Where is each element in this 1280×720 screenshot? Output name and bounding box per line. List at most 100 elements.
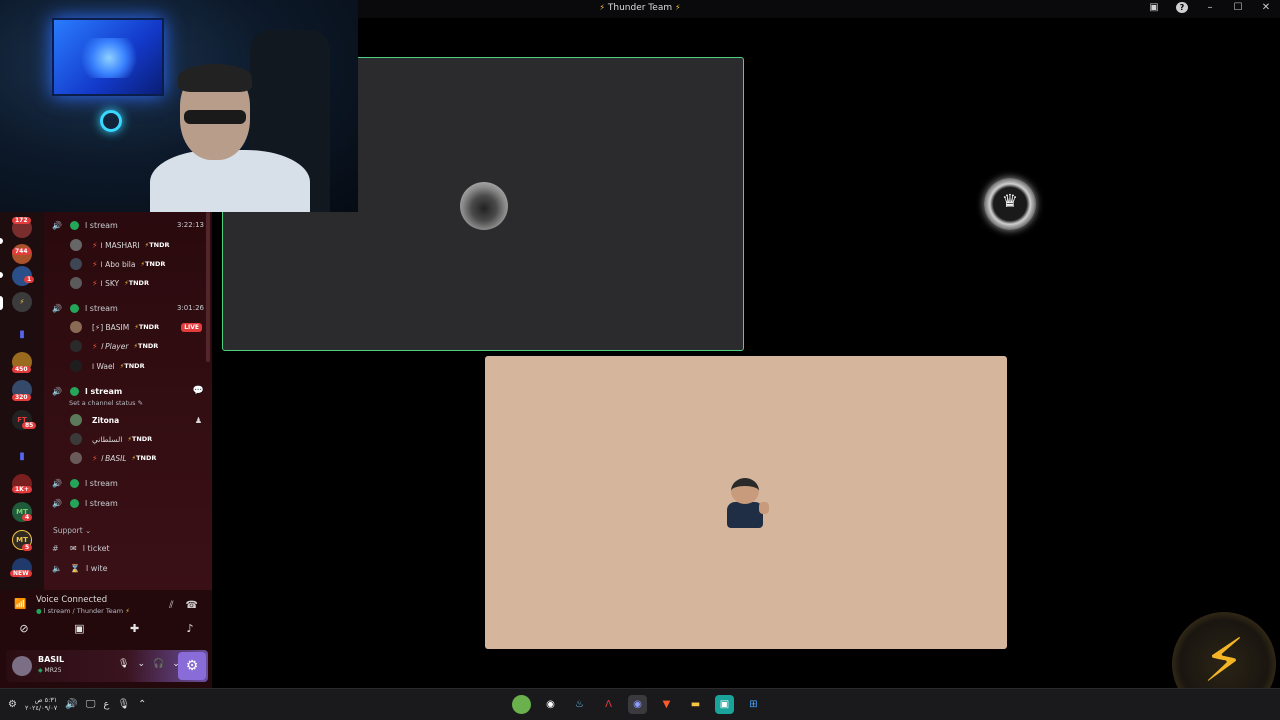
volume-icon[interactable]: 🔊 bbox=[65, 699, 77, 710]
mic-icon[interactable]: 🎙 bbox=[117, 699, 130, 710]
settings-gear-icon[interactable]: ⚙ bbox=[178, 652, 206, 680]
maximize-button[interactable]: ☐ bbox=[1232, 2, 1244, 13]
folder-icon[interactable]: ▬ bbox=[686, 695, 705, 714]
category-support[interactable]: Support ⌄ bbox=[53, 526, 91, 535]
discord-icon[interactable]: ◉ bbox=[628, 695, 647, 714]
voice-member[interactable]: ⚡ ا Player ⚡TNDR bbox=[70, 337, 210, 355]
chevron-up-icon[interactable]: ⌃ bbox=[138, 699, 146, 710]
voice-icon: 🔊 bbox=[52, 220, 62, 230]
cam-light-logo bbox=[100, 110, 122, 132]
help-icon[interactable]: ? bbox=[1176, 2, 1188, 13]
server-badge: 1 bbox=[24, 276, 35, 283]
server-badge: 320 bbox=[12, 394, 31, 401]
cam-monitor bbox=[52, 18, 164, 96]
server-badge: 85 bbox=[22, 422, 37, 429]
windows-icon[interactable]: ⊞ bbox=[744, 695, 763, 714]
voice-icon: 🔊 bbox=[52, 478, 62, 488]
server-badge: 744 bbox=[12, 248, 31, 255]
mascot-avatar bbox=[721, 478, 769, 532]
voice-member[interactable]: [⚡] BASIM ⚡TNDR LIVE bbox=[70, 318, 210, 336]
avatar bbox=[70, 321, 82, 333]
cam-person bbox=[150, 64, 310, 212]
voice-channel-stream[interactable]: 🔊 ا stream 3:22:13 bbox=[44, 216, 212, 234]
avatar[interactable] bbox=[12, 656, 32, 676]
voice-member[interactable]: Zitona ♟ bbox=[70, 411, 210, 429]
voice-member[interactable]: ⚡ ا BASIL ⚡TNDR bbox=[70, 449, 210, 467]
avatar bbox=[70, 360, 82, 372]
minimize-button[interactable]: – bbox=[1204, 2, 1216, 13]
video-tile-stream[interactable] bbox=[485, 356, 1007, 649]
steam-icon[interactable]: ♨ bbox=[570, 695, 589, 714]
server-icon[interactable]: ⚡ bbox=[12, 292, 32, 312]
voice-member[interactable]: السلطاني ⚡TNDR bbox=[70, 430, 210, 448]
voice-channel-stream[interactable]: 🔊 ا stream bbox=[44, 494, 212, 512]
display-icon[interactable]: 🖵 bbox=[86, 699, 96, 710]
noise-suppression-icon[interactable]: ⫽ bbox=[169, 600, 173, 611]
voice-channel-wite[interactable]: 🔈 ⌛ ا wite bbox=[44, 559, 212, 577]
new-badge: NEW bbox=[10, 570, 32, 577]
camera-off-icon[interactable]: ⊘ bbox=[12, 622, 36, 640]
folder-icon[interactable]: ▮ bbox=[12, 324, 32, 344]
participant-avatar-crown[interactable]: ♛ bbox=[984, 178, 1036, 230]
screen-share-icon[interactable]: ▣ bbox=[67, 622, 91, 640]
voice-channel-stream[interactable]: 🔊 ا stream bbox=[44, 474, 212, 492]
server-badge: 4 bbox=[22, 514, 33, 521]
app-icon-2[interactable]: ▣ bbox=[715, 695, 734, 714]
brave-icon[interactable]: ▼ bbox=[657, 695, 676, 714]
voice-member[interactable]: ⚡ ا Abo bila ⚡TNDR bbox=[70, 255, 210, 273]
bolt-icon: ⚡ bbox=[1202, 626, 1246, 696]
voice-member[interactable]: ⚡ ا SKY ⚡TNDR bbox=[70, 274, 210, 292]
obs-icon[interactable]: ◉ bbox=[541, 695, 560, 714]
disconnect-icon[interactable]: ☎ bbox=[186, 600, 198, 611]
status-dot bbox=[70, 386, 79, 396]
voice-channel-stream[interactable]: 🔊 ا stream 3:01:26 bbox=[44, 299, 212, 317]
bolt-icon: ⚡ bbox=[92, 278, 98, 288]
voice-channel-stream-active[interactable]: 🔊 ا stream 💬 bbox=[44, 382, 212, 400]
status-dot bbox=[70, 478, 79, 488]
taskbar: ⚙ ٥:٣١ ص ٢٠٢٤/٠٩/٠٧ 🔊 🖵 ع 🎙 ⌃ ◉ ♨ Λ ◉ ▼ … bbox=[0, 688, 1280, 720]
voice-icon: 🔊 bbox=[52, 303, 62, 313]
game-icon[interactable]: Λ bbox=[599, 695, 618, 714]
microphone-icon[interactable]: 🎙 bbox=[118, 659, 129, 669]
activities-icon[interactable]: ✚ bbox=[123, 622, 147, 640]
crown-icon: ♛ bbox=[1001, 191, 1019, 212]
thunder-icon: ⚡ bbox=[599, 3, 606, 12]
voice-icon: 🔊 bbox=[52, 498, 62, 508]
bolt-icon: ⚡ bbox=[92, 341, 98, 351]
voice-channel-link[interactable]: ● ا stream / Thunder Team ⚡ bbox=[36, 607, 130, 615]
chevron-down-icon[interactable]: ⌄ bbox=[137, 659, 145, 669]
avatar bbox=[70, 239, 82, 251]
voice-member[interactable]: ⚡ ا MASHARI ⚡TNDR bbox=[70, 236, 210, 254]
participant-avatar bbox=[460, 182, 508, 230]
hourglass-icon: ⌛ bbox=[70, 563, 80, 573]
status-dot bbox=[70, 220, 79, 230]
unread-pip bbox=[0, 272, 3, 278]
avatar bbox=[70, 433, 82, 445]
selected-pip bbox=[0, 296, 3, 310]
text-channel-ticket[interactable]: # ✉ ا ticket bbox=[44, 539, 212, 557]
mail-icon: ✉ bbox=[70, 543, 77, 553]
clock[interactable]: ٥:٣١ ص ٢٠٢٤/٠٩/٠٧ bbox=[25, 696, 57, 712]
folder-icon[interactable]: ▮ bbox=[12, 446, 32, 466]
network-icon[interactable]: ⚙ bbox=[8, 699, 17, 710]
bolt-icon: ⚡ bbox=[92, 259, 98, 269]
live-badge: LIVE bbox=[181, 322, 202, 332]
language-indicator[interactable]: ع bbox=[103, 699, 109, 710]
status-dot bbox=[70, 498, 79, 508]
webcam-overlay bbox=[0, 0, 358, 212]
user-controls: 🎙 ⌄ 🎧 ⌄ bbox=[118, 659, 180, 669]
soundboard-icon[interactable]: ♪ bbox=[178, 622, 202, 640]
headphones-icon[interactable]: 🎧 bbox=[153, 659, 164, 669]
voice-member[interactable]: ا Wael ⚡TNDR bbox=[70, 357, 210, 375]
stream-timer: 3:22:13 bbox=[177, 221, 204, 229]
taskbar-apps: ◉ ♨ Λ ◉ ▼ ▬ ▣ ⊞ bbox=[512, 695, 763, 714]
screen-share-icon[interactable]: ▣ bbox=[1148, 2, 1160, 13]
speaker-icon: 🔈 bbox=[52, 563, 62, 573]
user-panel: BASIL ◆ MR25 🎙 ⌄ 🎧 ⌄ ⚙ bbox=[6, 650, 208, 682]
set-channel-status[interactable]: Set a channel status ✎ bbox=[69, 399, 143, 407]
chat-bubble-icon[interactable]: 💬 bbox=[193, 386, 204, 396]
hash-icon: # bbox=[52, 543, 59, 553]
close-button[interactable]: ✕ bbox=[1260, 2, 1272, 13]
signal-icon[interactable]: 📶 bbox=[14, 599, 26, 610]
app-icon[interactable] bbox=[512, 695, 531, 714]
